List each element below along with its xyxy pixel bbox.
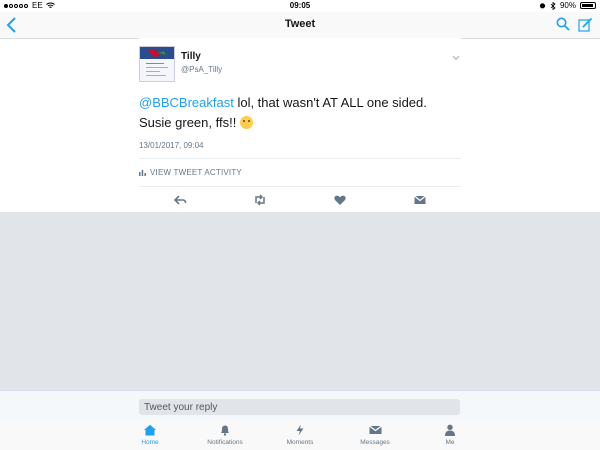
like-icon[interactable]: [333, 193, 347, 207]
status-right: 90%: [539, 1, 596, 10]
empty-area: [0, 212, 600, 390]
tab-notifications[interactable]: Notifications: [195, 424, 255, 446]
tweet-text: @BBCBreakfast lol, that wasn't AT ALL on…: [139, 93, 459, 133]
reply-icon[interactable]: [173, 193, 187, 207]
tab-label: Moments: [286, 439, 314, 446]
reply-bar: [0, 390, 600, 421]
tab-home[interactable]: Home: [120, 424, 180, 446]
lightning-icon: [296, 424, 304, 436]
bell-icon: [221, 425, 229, 436]
tab-messages[interactable]: Messages: [345, 424, 405, 446]
avatar[interactable]: [139, 46, 175, 82]
author-handle[interactable]: @PsA_Tilly: [181, 65, 222, 74]
search-icon[interactable]: [556, 17, 570, 31]
divider: [139, 186, 461, 187]
battery-fill: [582, 4, 593, 7]
avatar-image: [140, 47, 174, 81]
tab-label: Home: [141, 439, 159, 446]
person-icon: [445, 424, 455, 436]
chevron-down-icon[interactable]: [452, 55, 460, 61]
status-bar: EE 09:05 90%: [0, 0, 600, 12]
divider: [139, 158, 461, 159]
reply-input[interactable]: [139, 399, 460, 415]
tab-label: Me: [445, 439, 455, 446]
view-tweet-activity-link[interactable]: VIEW TWEET ACTIVITY: [139, 168, 242, 177]
tab-me[interactable]: Me: [420, 424, 480, 446]
battery-icon: [580, 2, 596, 9]
home-icon: [144, 424, 156, 436]
status-time: 09:05: [289, 1, 311, 10]
direct-message-icon[interactable]: [413, 193, 427, 207]
tab-moments[interactable]: Moments: [270, 424, 330, 446]
mention-link[interactable]: @BBCBreakfast: [139, 95, 234, 110]
tab-bar: Home Notifications Moments Messages Me: [0, 420, 600, 450]
alarm-icon: [539, 3, 546, 9]
battery-percent: 90%: [559, 1, 576, 10]
compose-icon[interactable]: [578, 17, 593, 32]
tweet-detail: Tilly @PsA_Tilly @BBCBreakfast lol, that…: [139, 38, 461, 212]
tab-label: Notifications: [207, 439, 243, 446]
page-title: Tweet: [284, 18, 316, 30]
tweet-timestamp: 13/01/2017, 09:04: [139, 141, 204, 150]
bluetooth-icon: [550, 1, 556, 10]
activity-label: VIEW TWEET ACTIVITY: [150, 168, 242, 177]
author-name[interactable]: Tilly: [181, 51, 201, 62]
retweet-icon[interactable]: [253, 193, 267, 207]
envelope-icon: [368, 425, 382, 434]
tab-label: Messages: [360, 439, 390, 446]
smirk-face-emoji: [239, 116, 253, 129]
tweet-actions: [139, 193, 461, 207]
bar-chart-icon: [139, 170, 146, 176]
navigation-bar: Tweet: [0, 12, 600, 39]
